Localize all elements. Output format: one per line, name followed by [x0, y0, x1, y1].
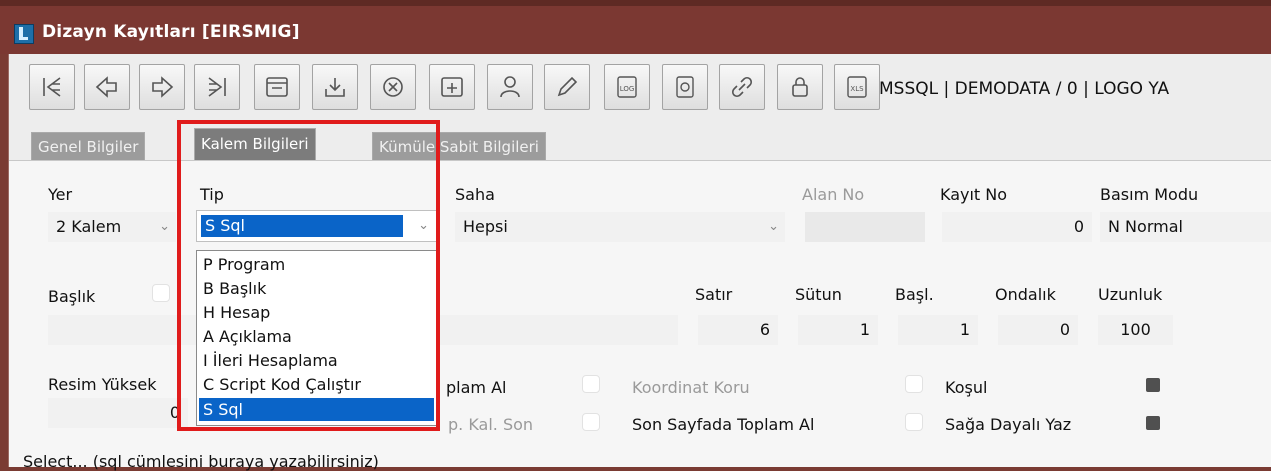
tab-bar: Genel Bilgiler Kalem Bilgileri Kümüle Sa… — [9, 124, 1271, 161]
tab-kalem-bilgileri[interactable]: Kalem Bilgileri — [194, 128, 316, 160]
tip-option-aciklama[interactable]: A Açıklama — [199, 325, 434, 348]
last-record-button[interactable] — [194, 64, 240, 110]
chevron-down-icon: ⌄ — [159, 219, 170, 234]
log-icon: LOG — [617, 76, 637, 98]
yer-label: Yer — [48, 185, 73, 204]
window-title: Dizayn Kayıtları [EIRSMIG] — [42, 22, 300, 42]
sutun-input[interactable]: 1 — [798, 315, 878, 345]
satir-label: Satır — [695, 285, 733, 304]
user-icon — [500, 76, 520, 98]
yer-value: 2 Kalem — [56, 217, 122, 236]
kal-son-checkbox[interactable] — [582, 413, 600, 431]
chevron-down-icon: ⌄ — [418, 218, 429, 233]
tip-select[interactable]: S Sql ⌄ — [196, 210, 438, 242]
tip-option-baslik[interactable]: B Başlık — [199, 277, 434, 300]
basim-modu-value: N Normal — [1108, 217, 1183, 236]
koordinat-koru-label: Koordinat Koru — [632, 378, 750, 397]
connection-status: MSSQL | DEMODATA / 0 | LOGO YA — [879, 79, 1170, 99]
toplam-al-label: plam Al — [446, 378, 507, 397]
log-button[interactable]: LOG — [604, 64, 650, 110]
tip-option-hesap[interactable]: H Hesap — [199, 301, 434, 324]
ondalik-input[interactable]: 0 — [998, 315, 1078, 345]
sutun-label: Sütun — [795, 285, 842, 304]
lock-button[interactable] — [777, 64, 823, 110]
close-circle-icon — [383, 77, 403, 97]
title-bar: Dizayn Kayıtları [EIRSMIG] — [0, 6, 1271, 54]
tab-kumule-sabit-bilgileri[interactable]: Kümüle Sabit Bilgileri — [372, 132, 546, 160]
svg-text:XLS: XLS — [850, 85, 864, 93]
saga-dayali-yaz-checkbox[interactable] — [1146, 416, 1160, 430]
resim-yuksek-input[interactable]: 0 — [48, 398, 188, 428]
saha-select[interactable]: Hepsi ⌄ — [455, 212, 785, 242]
basl-label: Başl. — [895, 285, 934, 304]
uzunluk-label: Uzunluk — [1098, 285, 1163, 304]
window-button[interactable] — [254, 64, 300, 110]
resim-yuksek-label: Resim Yüksek — [48, 375, 157, 394]
app-logo-icon — [14, 24, 34, 44]
cancel-button[interactable] — [370, 64, 416, 110]
kosul-label: Koşul — [945, 378, 988, 397]
tip-selected-value: S Sql — [200, 214, 404, 238]
tip-label: Tip — [200, 185, 224, 204]
tip-option-program[interactable]: P Program — [199, 253, 434, 276]
previous-record-icon — [95, 76, 117, 98]
yer-select[interactable]: 2 Kalem ⌄ — [48, 212, 176, 242]
chevron-down-icon: ⌄ — [768, 219, 779, 234]
document-icon — [676, 76, 694, 98]
next-record-icon — [152, 76, 174, 98]
xls-icon: XLS — [847, 76, 867, 98]
saha-label: Saha — [455, 185, 495, 204]
window-icon — [266, 77, 288, 97]
tip-option-script-kod[interactable]: C Script Kod Çalıştır — [199, 373, 434, 396]
saha-value: Hepsi — [463, 217, 508, 236]
first-record-button[interactable] — [29, 64, 75, 110]
saga-dayali-yaz-label: Sağa Dayalı Yaz — [945, 415, 1072, 434]
son-sayfada-toplam-al-checkbox[interactable] — [905, 413, 923, 431]
download-icon — [325, 78, 345, 97]
add-button[interactable] — [429, 64, 475, 110]
basim-modu-select[interactable]: N Normal — [1100, 212, 1271, 242]
link-icon — [731, 76, 753, 98]
baslik-checkbox[interactable] — [152, 284, 170, 302]
son-sayfada-toplam-al-label: Son Sayfada Toplam Al — [632, 415, 815, 434]
download-button[interactable] — [312, 64, 358, 110]
link-button[interactable] — [719, 64, 765, 110]
alan-no-label: Alan No — [802, 185, 865, 204]
last-record-icon — [208, 77, 226, 97]
tab-genel-bilgiler[interactable]: Genel Bilgiler — [31, 132, 146, 160]
first-record-icon — [43, 77, 61, 97]
ondalik-label: Ondalık — [995, 285, 1056, 304]
kal-son-label: p. Kal. Son — [448, 415, 534, 434]
edit-pencil-icon — [557, 76, 578, 97]
document-button[interactable] — [662, 64, 708, 110]
svg-text:LOG: LOG — [620, 85, 635, 93]
edit-button[interactable] — [544, 64, 590, 110]
koordinat-koru-checkbox[interactable] — [905, 375, 923, 393]
kayit-no-field[interactable]: 0 — [942, 212, 1092, 242]
tip-dropdown-list: P Program B Başlık H Hesap A Açıklama I … — [196, 250, 437, 426]
user-button[interactable] — [487, 64, 533, 110]
alan-no-field — [805, 212, 925, 242]
sql-hint-text: Select... (sql cümlesini buraya yazabili… — [23, 452, 379, 471]
baslik-label: Başlık — [48, 287, 96, 306]
add-icon — [441, 77, 463, 97]
tip-option-ileri-hesaplama[interactable]: I İleri Hesaplama — [199, 349, 434, 372]
xls-export-button[interactable]: XLS — [834, 64, 880, 110]
basim-modu-label: Basım Modu — [1100, 185, 1199, 204]
tip-option-sql[interactable]: S Sql — [199, 398, 434, 421]
toolbar: LOG XLS MSSQL | DEMODATA / 0 | LOGO YA — [9, 54, 1271, 124]
lock-icon — [792, 77, 808, 97]
kosul-checkbox[interactable] — [1146, 378, 1160, 392]
toplam-al-checkbox[interactable] — [582, 375, 600, 393]
uzunluk-input[interactable]: 100 — [1098, 315, 1173, 345]
basl-input[interactable]: 1 — [898, 315, 978, 345]
next-record-button[interactable] — [139, 64, 185, 110]
kayit-no-label: Kayıt No — [940, 185, 1008, 204]
satir-input[interactable]: 6 — [698, 315, 778, 345]
previous-record-button[interactable] — [84, 64, 130, 110]
